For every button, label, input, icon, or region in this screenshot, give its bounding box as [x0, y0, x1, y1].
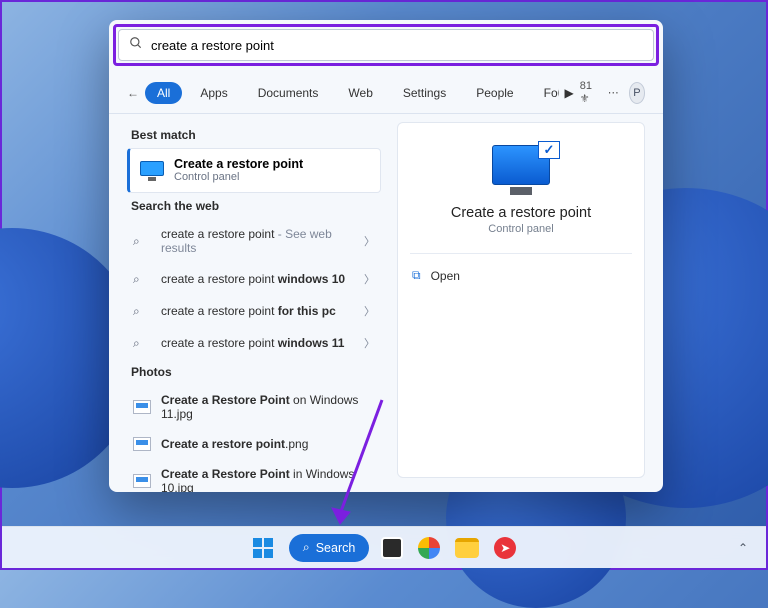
- open-action[interactable]: ⧉ Open: [410, 264, 632, 287]
- taskbar-search-label: Search: [316, 541, 356, 555]
- image-thumbnail-icon: [133, 474, 151, 488]
- open-icon: ⧉: [412, 268, 421, 283]
- search-input[interactable]: [151, 38, 643, 53]
- windows-logo-icon: [253, 538, 273, 558]
- back-button[interactable]: ←: [127, 86, 139, 100]
- image-thumbnail-icon: [133, 437, 151, 451]
- search-icon: ⌕: [133, 234, 151, 249]
- system-properties-icon: ✓: [492, 145, 550, 195]
- web-result[interactable]: ⌕ create a restore point windows 10 〉: [127, 263, 381, 295]
- tab-all[interactable]: All: [145, 82, 182, 104]
- photo-result[interactable]: Create a Restore Point on Windows 11.jpg: [127, 385, 381, 429]
- search-bar-highlight: [113, 24, 659, 66]
- chevron-right-icon: 〉: [364, 303, 375, 319]
- profile-avatar[interactable]: P: [629, 82, 645, 104]
- windows-search-flyout: ← All Apps Documents Web Settings People…: [109, 20, 663, 492]
- search-icon: ⌕: [133, 304, 151, 319]
- divider: [410, 253, 632, 254]
- best-match-title: Create a restore point: [174, 157, 303, 171]
- tabs-overflow-button[interactable]: ▶: [565, 86, 574, 100]
- chevron-right-icon: 〉: [364, 233, 375, 249]
- result-details-pane: ✓ Create a restore point Control panel ⧉…: [397, 122, 645, 478]
- search-icon: ⌕: [133, 272, 151, 287]
- web-result[interactable]: ⌕ create a restore point - See web resul…: [127, 219, 381, 263]
- taskbar: ⌕ Search ➤ ⌃: [2, 526, 766, 568]
- more-options-button[interactable]: ⋯: [608, 86, 619, 99]
- search-icon: [129, 36, 143, 55]
- tab-people[interactable]: People: [464, 82, 525, 104]
- chevron-right-icon: 〉: [364, 271, 375, 287]
- details-subtitle: Control panel: [488, 223, 553, 235]
- tab-documents[interactable]: Documents: [246, 82, 331, 104]
- web-result[interactable]: ⌕ create a restore point for this pc 〉: [127, 295, 381, 327]
- best-match-result[interactable]: Create a restore point Control panel: [127, 148, 381, 193]
- search-icon: ⌕: [303, 540, 310, 555]
- chevron-right-icon: 〉: [364, 335, 375, 351]
- task-view-button[interactable]: [381, 537, 403, 559]
- start-button[interactable]: [249, 534, 277, 562]
- photo-result[interactable]: Create a restore point.png: [127, 429, 381, 459]
- section-search-web: Search the web: [127, 193, 381, 219]
- search-icon: ⌕: [133, 336, 151, 351]
- filter-tabs: ← All Apps Documents Web Settings People…: [109, 70, 663, 114]
- details-title: Create a restore point: [451, 205, 591, 221]
- web-result[interactable]: ⌕ create a restore point windows 11 〉: [127, 327, 381, 359]
- taskbar-app-explorer[interactable]: [455, 538, 479, 558]
- tab-folders[interactable]: Folders: [532, 82, 559, 104]
- tab-web[interactable]: Web: [336, 82, 384, 104]
- tab-apps[interactable]: Apps: [188, 82, 239, 104]
- section-photos: Photos: [127, 359, 381, 385]
- taskbar-app-chrome[interactable]: [415, 534, 443, 562]
- search-bar[interactable]: [118, 29, 654, 61]
- photo-result[interactable]: Create a Restore Point in Windows 10.jpg: [127, 459, 381, 492]
- best-match-subtitle: Control panel: [174, 171, 303, 184]
- system-tray-chevron[interactable]: ⌃: [738, 541, 748, 555]
- tab-settings[interactable]: Settings: [391, 82, 458, 104]
- taskbar-search-button[interactable]: ⌕ Search: [289, 534, 370, 562]
- rewards-count[interactable]: 81 ⚜: [580, 80, 598, 105]
- control-panel-icon: [140, 161, 164, 181]
- image-thumbnail-icon: [133, 400, 151, 414]
- taskbar-app-generic[interactable]: ➤: [491, 534, 519, 562]
- section-best-match: Best match: [127, 122, 381, 148]
- open-label: Open: [431, 269, 460, 283]
